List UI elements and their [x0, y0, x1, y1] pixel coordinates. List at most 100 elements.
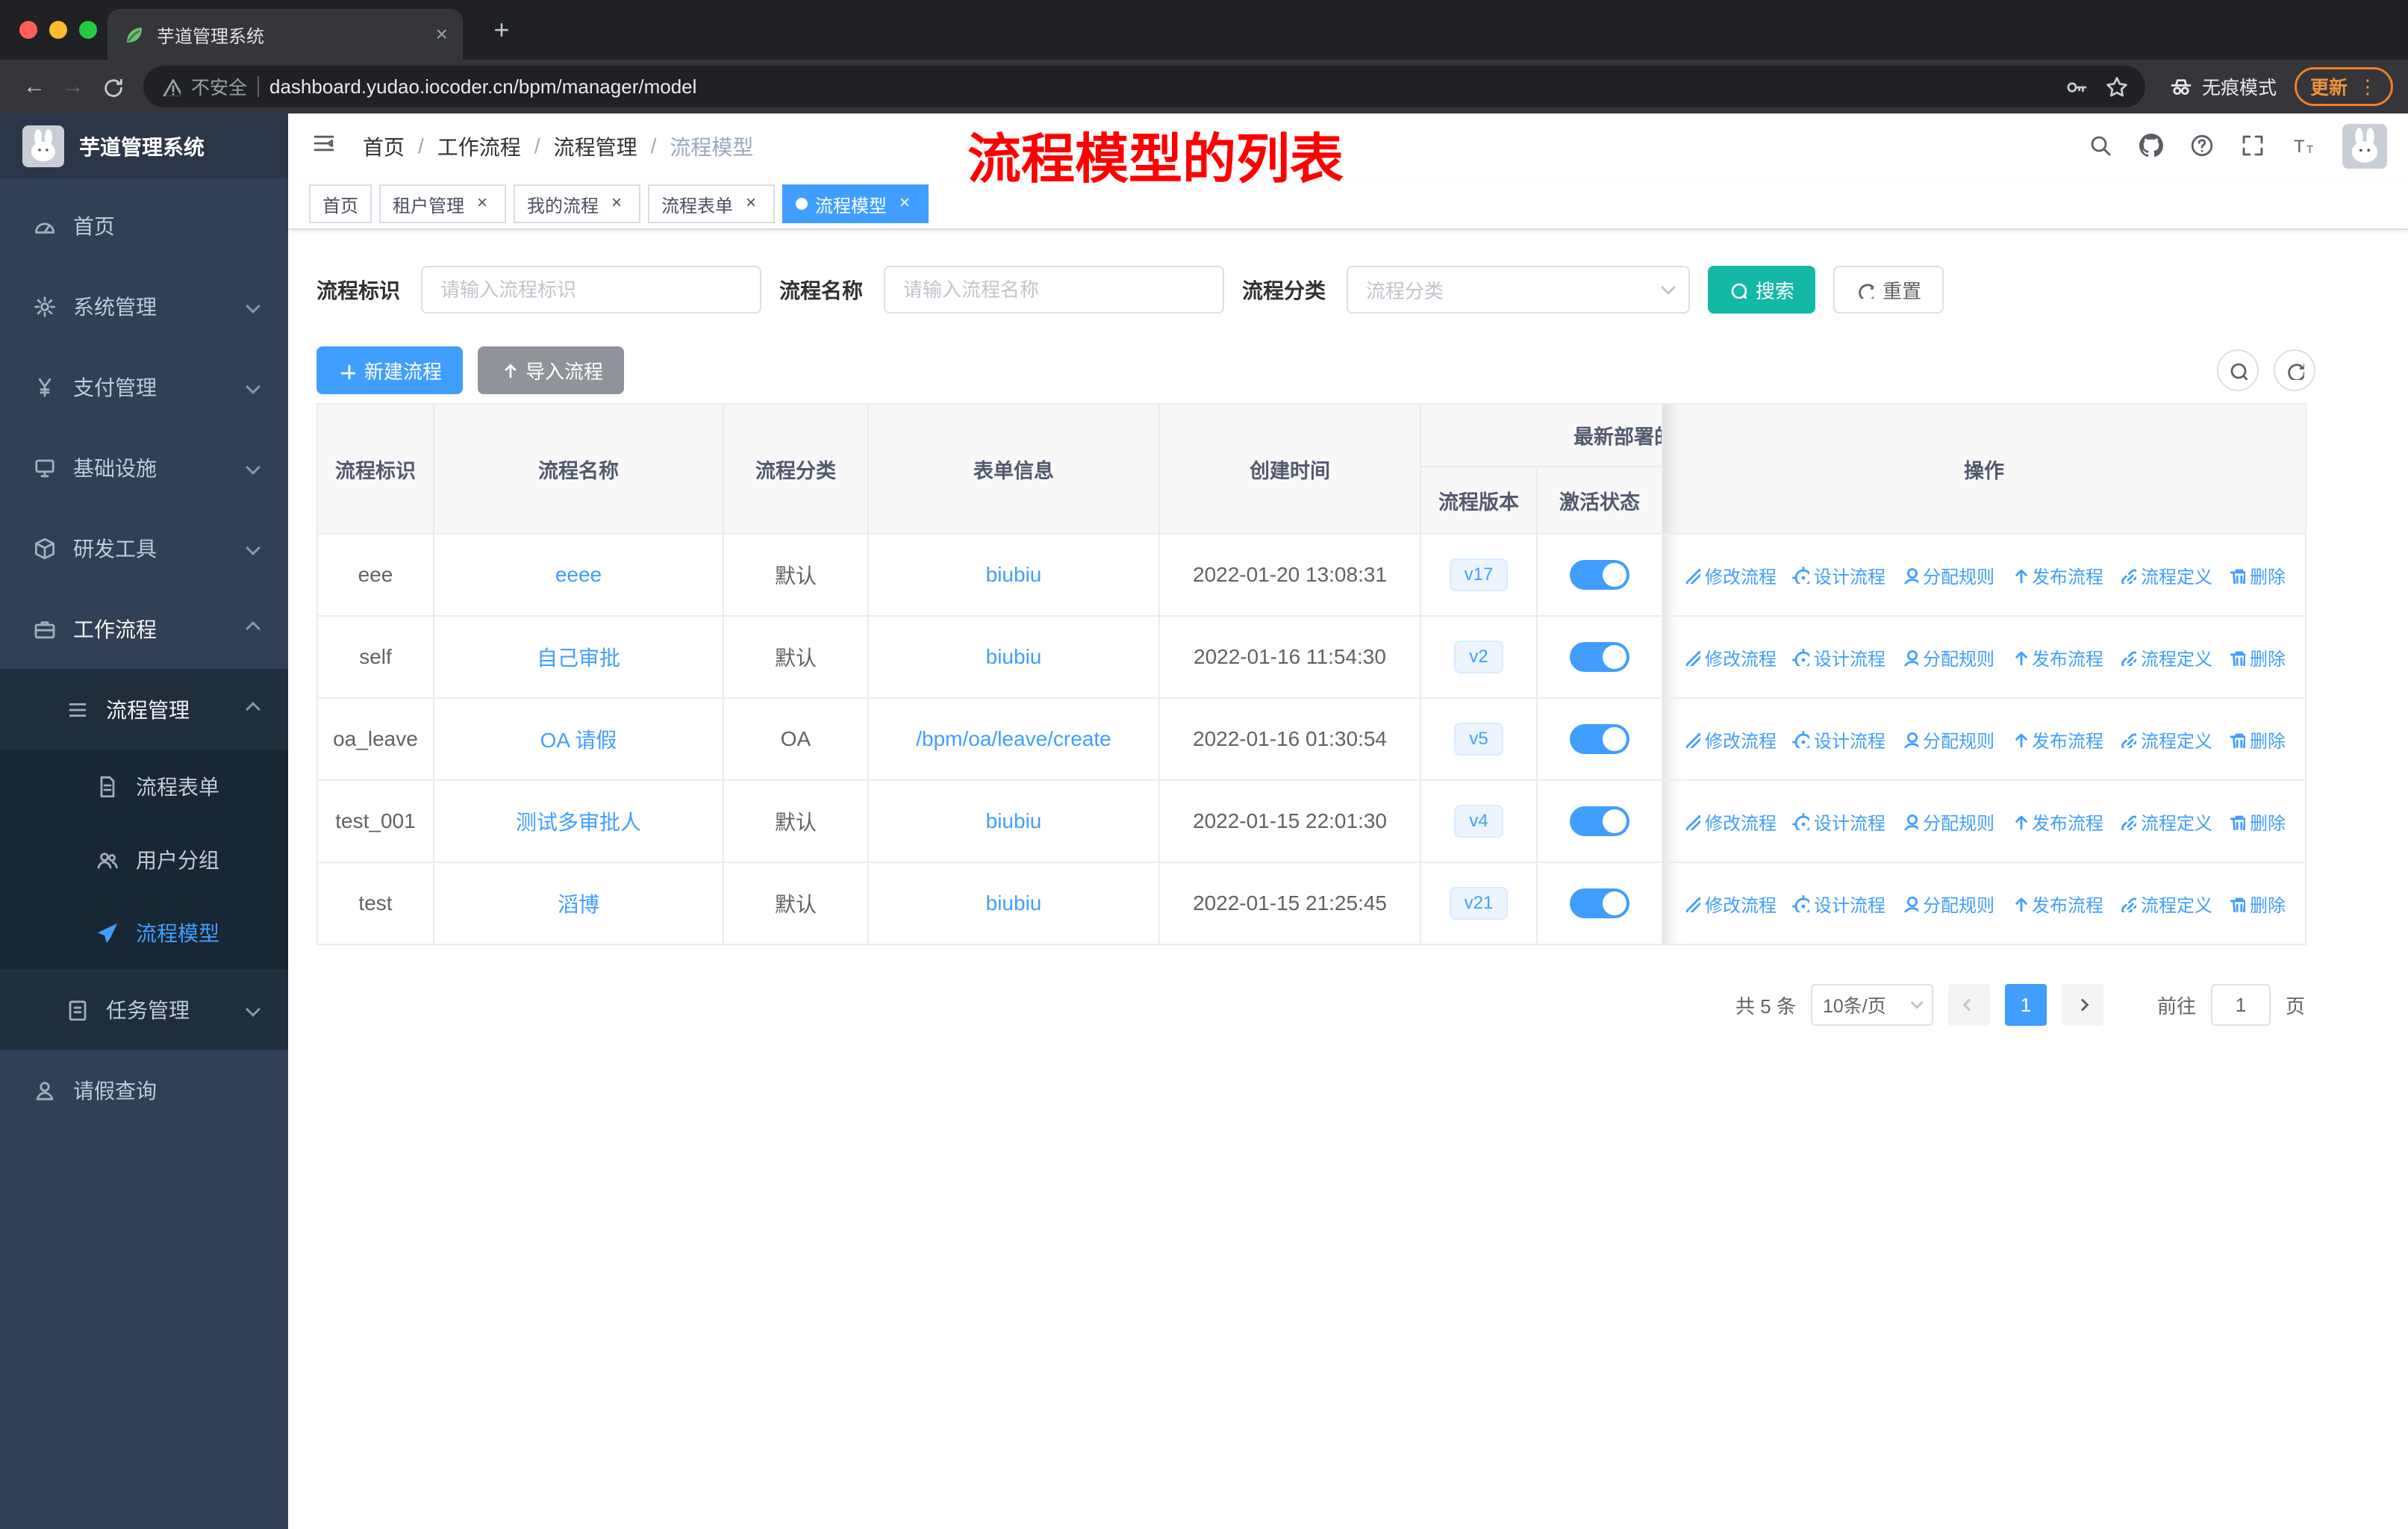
- new-tab-button[interactable]: +: [484, 12, 520, 48]
- breadcrumb-process-management[interactable]: 流程管理: [554, 131, 637, 161]
- sidebar-item-process-management[interactable]: 流程管理: [0, 669, 288, 750]
- tag-close-icon[interactable]: ×: [740, 193, 761, 214]
- process-name-link[interactable]: 自己审批: [537, 647, 620, 670]
- form-info-link[interactable]: biubiu: [986, 645, 1042, 668]
- action-delete-link[interactable]: 删除: [2227, 562, 2286, 588]
- breadcrumb-home[interactable]: 首页: [363, 131, 405, 161]
- help-icon[interactable]: [2190, 134, 2215, 159]
- next-page-button[interactable]: [2061, 984, 2103, 1026]
- action-design-link[interactable]: 设计流程: [1791, 809, 1885, 835]
- traffic-light-minimize[interactable]: [49, 21, 67, 39]
- traffic-light-zoom[interactable]: [79, 21, 97, 39]
- breadcrumb-workflow[interactable]: 工作流程: [437, 131, 521, 161]
- action-design-link[interactable]: 设计流程: [1791, 644, 1885, 670]
- reset-button[interactable]: 重置: [1833, 266, 1944, 314]
- goto-page-input[interactable]: [2210, 984, 2271, 1026]
- traffic-light-close[interactable]: [19, 21, 37, 39]
- sidebar-collapse-icon[interactable]: [312, 131, 342, 161]
- active-toggle[interactable]: [1570, 560, 1629, 590]
- sidebar-item-dev-tools[interactable]: 研发工具: [0, 508, 288, 588]
- browser-update-button[interactable]: 更新 ⋮: [2294, 67, 2393, 106]
- form-info-link[interactable]: /bpm/oa/leave/create: [916, 727, 1111, 750]
- tag-close-icon[interactable]: ×: [606, 193, 627, 214]
- action-assign-rule-link[interactable]: 分配规则: [1900, 891, 1994, 917]
- tag-home[interactable]: 首页: [309, 184, 372, 223]
- action-assign-rule-link[interactable]: 分配规则: [1900, 562, 1994, 588]
- sidebar-item-process-form[interactable]: 流程表单: [0, 750, 288, 823]
- tag-close-icon[interactable]: ×: [894, 193, 915, 214]
- action-publish-link[interactable]: 发布流程: [2009, 809, 2103, 835]
- tag-close-icon[interactable]: ×: [472, 193, 493, 214]
- sidebar-item-process-model[interactable]: 流程模型: [0, 896, 288, 969]
- active-toggle[interactable]: [1570, 724, 1629, 754]
- action-definition-link[interactable]: 流程定义: [2118, 562, 2212, 588]
- action-delete-link[interactable]: 删除: [2227, 644, 2286, 670]
- process-name-input[interactable]: [884, 266, 1225, 314]
- form-info-link[interactable]: biubiu: [986, 891, 1042, 915]
- action-assign-rule-link[interactable]: 分配规则: [1900, 726, 1994, 753]
- active-toggle[interactable]: [1570, 806, 1629, 836]
- action-publish-link[interactable]: 发布流程: [2009, 891, 2103, 917]
- sidebar-item-system[interactable]: 系统管理: [0, 266, 288, 346]
- action-edit-link[interactable]: 修改流程: [1682, 726, 1777, 753]
- sidebar-item-user-group[interactable]: 用户分组: [0, 823, 288, 896]
- address-bar[interactable]: 不安全 dashboard.yudao.iocoder.cn/bpm/manag…: [143, 66, 2145, 108]
- refresh-table-button[interactable]: [2274, 349, 2315, 391]
- tag-process-model[interactable]: 流程模型 ×: [782, 184, 929, 223]
- process-name-link[interactable]: OA 请假: [540, 729, 617, 752]
- import-process-button[interactable]: 导入流程: [478, 346, 625, 394]
- form-info-link[interactable]: biubiu: [986, 809, 1042, 832]
- action-design-link[interactable]: 设计流程: [1791, 562, 1885, 588]
- password-key-icon[interactable]: [2065, 75, 2087, 98]
- sidebar-item-home[interactable]: 首页: [0, 185, 288, 266]
- form-info-link[interactable]: biubiu: [986, 563, 1042, 586]
- action-publish-link[interactable]: 发布流程: [2009, 644, 2103, 670]
- action-definition-link[interactable]: 流程定义: [2118, 644, 2212, 670]
- font-size-icon[interactable]: [2292, 134, 2317, 159]
- page-size-select[interactable]: 10条/页: [1810, 984, 1933, 1026]
- action-design-link[interactable]: 设计流程: [1791, 726, 1885, 753]
- process-name-link[interactable]: eeee: [555, 563, 602, 586]
- page-number-button[interactable]: 1: [2004, 984, 2047, 1026]
- action-delete-link[interactable]: 删除: [2227, 809, 2286, 835]
- action-assign-rule-link[interactable]: 分配规则: [1900, 644, 1994, 670]
- bookmark-star-icon[interactable]: [2105, 75, 2127, 98]
- reload-button[interactable]: [93, 67, 131, 106]
- active-toggle[interactable]: [1570, 888, 1629, 918]
- action-edit-link[interactable]: 修改流程: [1682, 644, 1777, 670]
- action-edit-link[interactable]: 修改流程: [1682, 891, 1777, 917]
- process-name-link[interactable]: 滔博: [558, 893, 599, 916]
- browser-menu-icon[interactable]: ⋮: [2358, 75, 2377, 99]
- sidebar-item-workflow[interactable]: 工作流程: [0, 588, 288, 669]
- prev-page-button[interactable]: [1947, 984, 1990, 1026]
- fullscreen-icon[interactable]: [2241, 134, 2266, 159]
- forward-button[interactable]: →: [54, 67, 93, 106]
- sidebar-item-leave-query[interactable]: 请假查询: [0, 1050, 288, 1130]
- process-name-link[interactable]: 测试多审批人: [516, 811, 641, 834]
- action-edit-link[interactable]: 修改流程: [1682, 562, 1777, 588]
- action-publish-link[interactable]: 发布流程: [2009, 562, 2103, 588]
- browser-tab[interactable]: 芋道管理系统 ×: [107, 9, 463, 60]
- action-design-link[interactable]: 设计流程: [1791, 891, 1885, 917]
- action-definition-link[interactable]: 流程定义: [2118, 726, 2212, 753]
- github-icon[interactable]: [2139, 134, 2165, 159]
- active-toggle[interactable]: [1570, 642, 1629, 672]
- search-button[interactable]: 搜索: [1708, 266, 1816, 314]
- tab-close-icon[interactable]: ×: [436, 22, 448, 46]
- tag-my-process[interactable]: 我的流程 ×: [514, 184, 640, 223]
- avatar[interactable]: [2342, 124, 2387, 169]
- create-process-button[interactable]: 新建流程: [316, 346, 464, 394]
- process-key-input[interactable]: [421, 266, 762, 314]
- action-delete-link[interactable]: 删除: [2227, 726, 2286, 753]
- action-assign-rule-link[interactable]: 分配规则: [1900, 809, 1994, 835]
- tag-process-form[interactable]: 流程表单 ×: [648, 184, 775, 223]
- tag-tenant-management[interactable]: 租户管理 ×: [379, 184, 506, 223]
- toggle-search-button[interactable]: [2217, 349, 2259, 391]
- sidebar-item-task-management[interactable]: 任务管理: [0, 969, 288, 1050]
- back-button[interactable]: ←: [15, 67, 54, 106]
- action-definition-link[interactable]: 流程定义: [2118, 891, 2212, 917]
- sidebar-item-payment[interactable]: 支付管理: [0, 346, 288, 427]
- action-publish-link[interactable]: 发布流程: [2009, 726, 2103, 753]
- process-category-select[interactable]: 流程分类: [1347, 266, 1691, 314]
- action-delete-link[interactable]: 删除: [2227, 891, 2286, 917]
